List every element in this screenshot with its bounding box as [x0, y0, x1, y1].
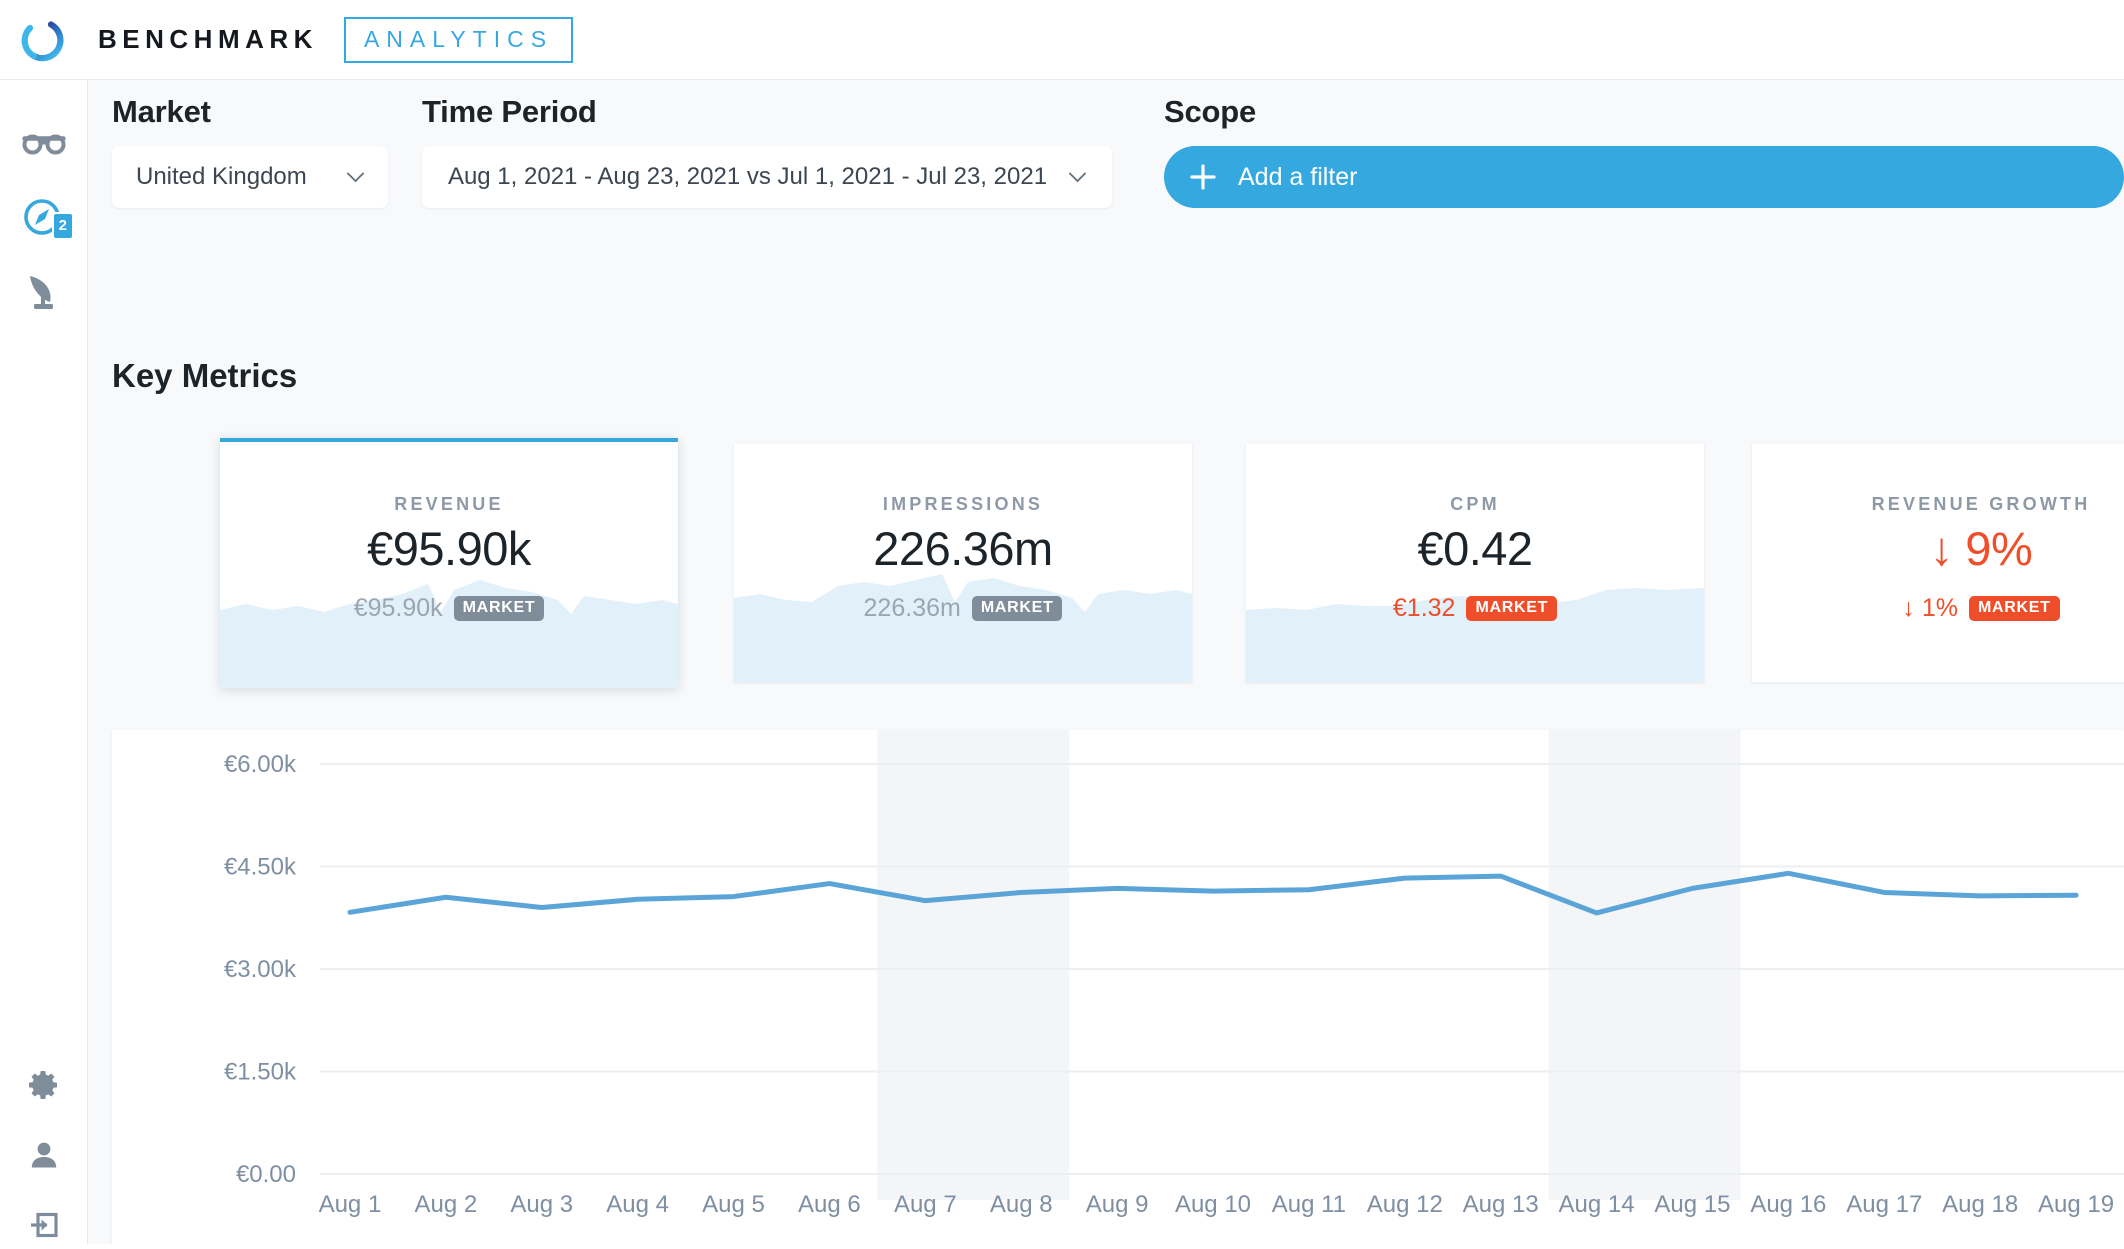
- time-period-select[interactable]: Aug 1, 2021 - Aug 23, 2021 vs Jul 1, 202…: [422, 146, 1112, 208]
- metric-sub-value: €1.32: [1392, 594, 1456, 622]
- explore-badge-count: 2: [51, 212, 74, 240]
- y-axis-tick-label: €0.00: [236, 1161, 296, 1188]
- chevron-down-icon: [1069, 172, 1086, 182]
- x-axis-tick-label: Aug 15: [1654, 1191, 1730, 1218]
- glasses-icon: [22, 134, 66, 155]
- brand-secondary-box: ANALYTICS: [343, 16, 574, 63]
- metric-card-revenue[interactable]: REVENUE €95.90k €95.90k MARKET: [220, 438, 678, 688]
- series-line-revenue: [347, 870, 2079, 916]
- sidebar-item-signout[interactable]: [0, 1201, 88, 1249]
- metric-sub-value: €95.90k: [353, 594, 443, 622]
- metric-value: ↓ 9%: [1929, 522, 2033, 575]
- x-axis-tick-label: Aug 11: [1272, 1191, 1346, 1218]
- metric-subrow: €1.32 MARKET: [1246, 594, 1704, 623]
- brand-secondary: ANALYTICS: [363, 25, 554, 52]
- weekend-shaded-bands: [877, 730, 1741, 1200]
- add-filter-label: Add a filter: [1238, 162, 1358, 191]
- x-axis-tick-label: Aug 1: [319, 1191, 382, 1218]
- metric-subrow: €95.90k MARKET: [220, 594, 678, 623]
- x-axis-tick-label: Aug 14: [1559, 1191, 1635, 1218]
- metric-card-revenue-growth[interactable]: REVENUE GROWTH ↓ 9% ↓ 1% MARKET: [1752, 444, 2124, 682]
- quill-icon: [30, 276, 53, 309]
- x-axis-tick-label: Aug 6: [798, 1191, 861, 1218]
- chart-gridlines: [320, 763, 2124, 1175]
- x-axis-tick-label: Aug 12: [1367, 1191, 1443, 1218]
- x-axis-tick-label: Aug 18: [1942, 1191, 2018, 1218]
- x-axis-tick-label: Aug 10: [1175, 1191, 1251, 1218]
- time-period-value: Aug 1, 2021 - Aug 23, 2021 vs Jul 1, 202…: [447, 163, 1048, 190]
- x-axis-tick-label: Aug 3: [510, 1191, 573, 1218]
- market-select[interactable]: United Kingdom: [112, 146, 388, 208]
- logout-icon: [31, 1212, 58, 1238]
- sidebar: 2: [0, 80, 88, 1244]
- chevron-down-icon: [347, 172, 364, 182]
- x-axis-tick-label: Aug 8: [990, 1191, 1053, 1218]
- key-metrics-title: Key Metrics: [112, 357, 298, 394]
- market-value: United Kingdom: [136, 163, 307, 190]
- metric-card-cpm[interactable]: CPM €0.42 €1.32 MARKET: [1246, 444, 1704, 682]
- market-badge: MARKET: [971, 596, 1063, 621]
- market-filter-group: Market United Kingdom: [112, 94, 388, 208]
- x-axis-tick-label: Aug 9: [1086, 1191, 1149, 1218]
- x-axis-tick-label: Aug 4: [606, 1191, 669, 1218]
- metric-sub-value: 226.36m: [863, 594, 961, 622]
- x-axis-tick-label: Aug 19: [2038, 1191, 2114, 1218]
- metric-card-impressions[interactable]: IMPRESSIONS 226.36m 226.36m MARKET: [734, 444, 1192, 682]
- scope-filter-group: Scope Add a filter: [1164, 94, 2124, 208]
- y-axis-tick-label: €6.00k: [224, 751, 297, 778]
- time-period-label: Time Period: [422, 94, 597, 129]
- add-filter-button[interactable]: Add a filter: [1164, 146, 2124, 208]
- y-axis-tick-label: €3.00k: [224, 956, 297, 983]
- metric-subrow: 226.36m MARKET: [734, 594, 1192, 623]
- main-content: Market United Kingdom Time Period Aug 1,…: [88, 80, 2124, 1244]
- filter-bar: Market United Kingdom Time Period Aug 1,…: [88, 80, 2124, 262]
- metric-kicker: IMPRESSIONS: [882, 494, 1044, 514]
- x-axis-tick-label: Aug 2: [414, 1191, 477, 1218]
- chart-series-line: [347, 870, 2079, 916]
- revenue-trend-chart[interactable]: €0.00 €1.50k €3.00k €4.50k €6.00k Aug 1 Aug 2…: [112, 730, 2124, 1244]
- x-axis-tick-label: Aug 17: [1846, 1191, 1922, 1218]
- scope-label: Scope: [1164, 94, 1257, 129]
- metric-kicker: REVENUE: [394, 494, 504, 514]
- revenue-trend-chart-panel: €0.00 €1.50k €3.00k €4.50k €6.00k Aug 1 Aug 2…: [112, 730, 2124, 1244]
- market-badge: MARKET: [453, 596, 545, 621]
- gear-icon: [29, 1071, 57, 1099]
- plus-icon: [1190, 164, 1216, 190]
- sidebar-item-insights[interactable]: [0, 118, 88, 166]
- brand-name: BENCHMARK: [98, 24, 318, 54]
- sidebar-item-explore[interactable]: 2: [0, 192, 88, 244]
- sidebar-item-account[interactable]: [0, 1131, 88, 1179]
- y-axis-tick-label: €4.50k: [224, 854, 297, 881]
- y-axis-tick-label: €1.50k: [224, 1059, 297, 1086]
- market-badge: MARKET: [1968, 596, 2060, 621]
- metric-value: €95.90k: [367, 522, 531, 575]
- time-period-filter-group: Time Period Aug 1, 2021 - Aug 23, 2021 v…: [422, 94, 1112, 208]
- chart-x-axis-labels: Aug 1 Aug 2 Aug 3 Aug 4 Aug 5 Aug 6 Aug 7 Aug 8…: [319, 1191, 2115, 1218]
- app-header: BENCHMARK ANALYTICS: [0, 0, 2124, 80]
- weekend-band: [1548, 730, 1741, 1200]
- chart-y-axis-labels: €0.00 €1.50k €3.00k €4.50k €6.00k: [224, 751, 297, 1188]
- x-axis-tick-label: Aug 16: [1750, 1191, 1826, 1218]
- person-icon: [31, 1142, 57, 1168]
- metric-subrow: ↓ 1% MARKET: [1752, 594, 2124, 623]
- weekend-band: [877, 730, 1070, 1200]
- metric-value: €0.42: [1417, 522, 1533, 575]
- metric-value: 226.36m: [873, 522, 1053, 575]
- metric-kicker: CPM: [1450, 494, 1500, 514]
- key-metrics-cards: REVENUE €95.90k €95.90k MARKET IMPRESSIO…: [96, 438, 2124, 688]
- sidebar-item-settings[interactable]: [0, 1061, 88, 1109]
- market-label: Market: [112, 94, 211, 129]
- ring-logo-icon[interactable]: [18, 17, 64, 63]
- x-axis-tick-label: Aug 5: [702, 1191, 765, 1218]
- metric-sub-value: ↓ 1%: [1902, 594, 1958, 622]
- x-axis-tick-label: Aug 7: [894, 1191, 957, 1218]
- sidebar-item-reports[interactable]: [0, 266, 88, 318]
- metric-kicker: REVENUE GROWTH: [1871, 494, 2091, 514]
- x-axis-tick-label: Aug 13: [1463, 1191, 1539, 1218]
- market-badge: MARKET: [1466, 596, 1558, 621]
